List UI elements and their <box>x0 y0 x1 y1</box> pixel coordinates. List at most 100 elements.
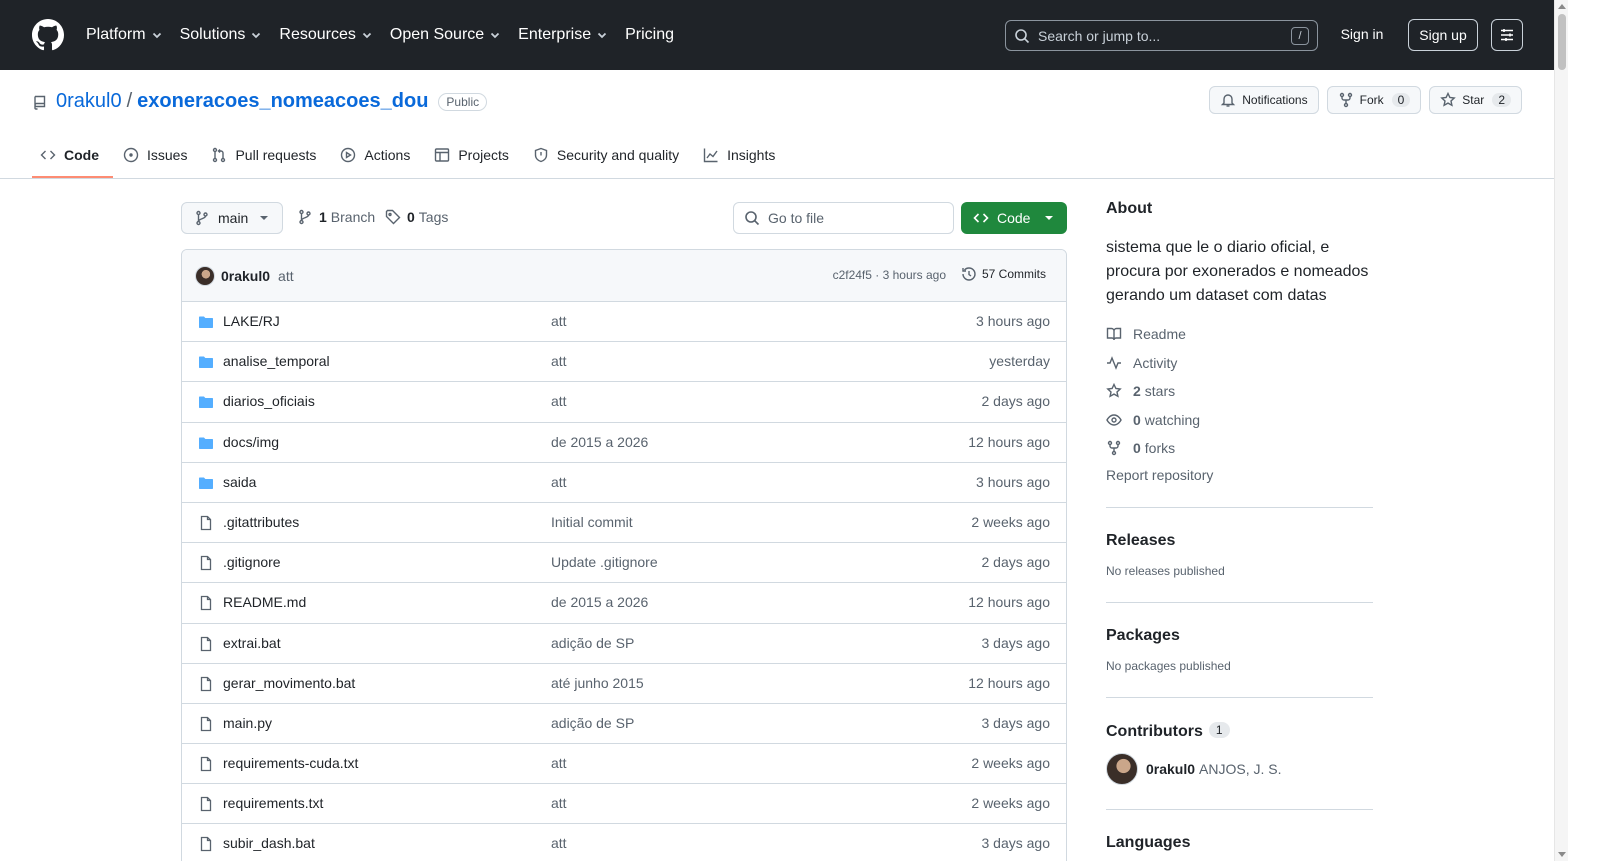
fork-button[interactable]: Fork 0 <box>1326 86 1422 114</box>
avatar[interactable] <box>1106 752 1138 785</box>
file-commit-message[interactable]: att <box>551 474 567 490</box>
releases-heading[interactable]: Releases <box>1106 532 1373 550</box>
tag-icon <box>385 209 401 225</box>
file-commit-message[interactable]: Initial commit <box>551 514 633 530</box>
file-commit-message[interactable]: Update .gitignore <box>551 554 658 570</box>
file-name-link[interactable]: analise_temporal <box>223 353 330 369</box>
table-row[interactable]: main.py adição de SP 3 days ago <box>182 704 1066 745</box>
branch-select-button[interactable]: main <box>181 202 283 234</box>
tags-link[interactable]: 0 Tags <box>385 209 448 225</box>
tab-code[interactable]: Code <box>32 133 113 178</box>
file-name-link[interactable]: diarios_oficiais <box>223 393 315 409</box>
file-commit-date: 2 days ago <box>981 554 1051 571</box>
commit-message-link[interactable]: att <box>278 268 294 284</box>
tab-pull-requests[interactable]: Pull requests <box>203 133 330 177</box>
table-row[interactable]: LAKE/RJ att 3 hours ago <box>182 302 1066 343</box>
table-row[interactable]: saida att 3 hours ago <box>182 463 1066 503</box>
repo-owner-link[interactable]: 0rakul0 <box>56 90 122 113</box>
file-commit-message[interactable]: att <box>551 795 567 811</box>
file-name-link[interactable]: .gitignore <box>223 554 281 570</box>
packages-empty-text: No packages published <box>1106 658 1231 673</box>
file-name-link[interactable]: docs/img <box>223 434 279 450</box>
file-commit-message[interactable]: adição de SP <box>551 715 634 731</box>
scroll-down-arrow-icon[interactable] <box>1558 852 1566 857</box>
file-name-link[interactable]: .gitattributes <box>223 514 299 530</box>
table-row[interactable]: analise_temporal att yesterday <box>182 342 1066 383</box>
file-commit-message[interactable]: att <box>551 353 567 369</box>
file-name-link[interactable]: requirements.txt <box>223 795 323 811</box>
activity-link[interactable]: Activity <box>1106 349 1373 378</box>
chevron-down-icon <box>596 29 608 41</box>
tab-security[interactable]: Security and quality <box>525 133 693 177</box>
table-row[interactable]: extrai.bat adição de SP 3 days ago <box>182 624 1066 664</box>
table-row[interactable]: subir_dash.bat att 3 days ago <box>182 824 1066 861</box>
commit-author-link[interactable]: 0rakul0 <box>221 268 270 284</box>
file-commit-message[interactable]: att <box>551 313 567 329</box>
go-to-file-input[interactable]: Go to file <box>733 202 954 234</box>
file-commit-message[interactable]: de 2015 a 2026 <box>551 594 648 610</box>
nav-label: Pricing <box>625 26 674 43</box>
code-dropdown-button[interactable]: Code <box>961 202 1067 234</box>
file-name-link[interactable]: saida <box>223 474 256 490</box>
search-input[interactable]: Search or jump to... / <box>1005 20 1318 51</box>
folder-icon <box>198 314 214 330</box>
contributors-heading[interactable]: Contributors 1 <box>1106 721 1373 741</box>
file-commit-message[interactable]: até junho 2015 <box>551 675 644 691</box>
file-commit-message[interactable]: att <box>551 393 567 409</box>
tab-actions[interactable]: Actions <box>332 133 424 177</box>
branches-link[interactable]: 1 Branch <box>297 209 375 225</box>
search-icon <box>1014 28 1030 44</box>
table-row[interactable]: README.md de 2015 a 2026 12 hours ago <box>182 583 1066 624</box>
scroll-up-arrow-icon[interactable] <box>1558 4 1566 9</box>
scrollbar-thumb[interactable] <box>1558 14 1566 70</box>
file-name-link[interactable]: LAKE/RJ <box>223 313 280 329</box>
packages-heading[interactable]: Packages <box>1106 627 1373 645</box>
star-button[interactable]: Star 2 <box>1429 86 1522 114</box>
contributor-item[interactable]: 0rakul0 ANJOS, J. S. <box>1106 752 1373 785</box>
tab-issues[interactable]: Issues <box>115 133 201 177</box>
settings-sliders-icon[interactable] <box>1491 19 1523 51</box>
file-commit-message[interactable]: adição de SP <box>551 635 634 651</box>
file-name-link[interactable]: subir_dash.bat <box>223 835 315 851</box>
table-row[interactable]: docs/img de 2015 a 2026 12 hours ago <box>182 423 1066 463</box>
file-name-link[interactable]: extrai.bat <box>223 635 281 651</box>
commits-link[interactable]: 57 Commits <box>961 266 1046 282</box>
nav-enterprise[interactable]: Enterprise <box>518 26 608 44</box>
nav-platform[interactable]: Platform <box>86 26 163 44</box>
sign-up-button[interactable]: Sign up <box>1408 19 1478 51</box>
nav-pricing[interactable]: Pricing <box>625 26 674 44</box>
table-row[interactable]: gerar_movimento.bat até junho 2015 12 hour… <box>182 664 1066 704</box>
file-name-link[interactable]: README.md <box>223 594 306 610</box>
tab-insights[interactable]: Insights <box>695 133 789 177</box>
tab-projects[interactable]: Projects <box>426 133 523 177</box>
stars-link[interactable]: 2 stars <box>1106 377 1373 406</box>
readme-link[interactable]: Readme <box>1106 320 1373 349</box>
table-row[interactable]: .gitattributes Initial commit 2 weeks ago <box>182 503 1066 544</box>
page-scrollbar[interactable] <box>1554 0 1568 861</box>
file-name-link[interactable]: requirements-cuda.txt <box>223 755 358 771</box>
watching-link[interactable]: 0 watching <box>1106 406 1373 435</box>
nav-resources[interactable]: Resources <box>279 26 372 44</box>
contributor-login[interactable]: 0rakul0 <box>1146 761 1195 777</box>
repo-name-link[interactable]: exoneracoes_nomeacoes_dou <box>137 90 428 113</box>
notifications-button[interactable]: Notifications <box>1209 86 1319 114</box>
file-commit-message[interactable]: att <box>551 755 567 771</box>
file-name-link[interactable]: main.py <box>223 715 272 731</box>
forks-link[interactable]: 0 forks <box>1106 434 1373 463</box>
table-row[interactable]: .gitignore Update .gitignore 2 days ago <box>182 543 1066 584</box>
table-row[interactable]: requirements.txt att 2 weeks ago <box>182 784 1066 825</box>
nav-open-source[interactable]: Open Source <box>390 26 501 44</box>
file-name-link[interactable]: gerar_movimento.bat <box>223 675 355 691</box>
file-commit-message[interactable]: de 2015 a 2026 <box>551 434 648 450</box>
nav-label: Open Source <box>389 26 485 43</box>
sign-in-link[interactable]: Sign in <box>1330 26 1394 42</box>
commit-hash-time[interactable]: c2f24f5 · 3 hours ago <box>833 268 946 282</box>
forks-count: 0 <box>1133 440 1141 457</box>
table-row[interactable]: requirements-cuda.txt att 2 weeks ago <box>182 744 1066 785</box>
avatar[interactable] <box>195 265 215 286</box>
file-commit-message[interactable]: att <box>551 835 567 851</box>
github-logo-icon[interactable] <box>32 19 64 51</box>
nav-solutions[interactable]: Solutions <box>180 26 263 44</box>
table-row[interactable]: diarios_oficiais att 2 days ago <box>182 382 1066 423</box>
report-repository-link[interactable]: Report repository <box>1106 467 1373 483</box>
